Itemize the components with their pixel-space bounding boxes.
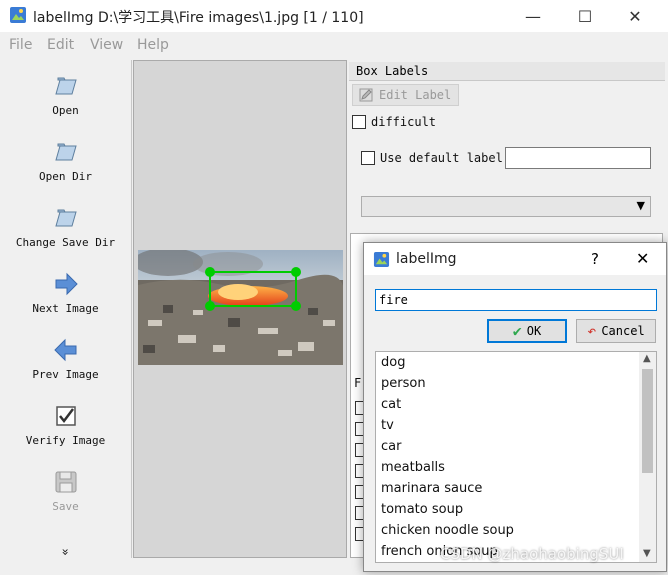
save-label: Save	[52, 500, 79, 513]
open-button[interactable]: Open	[0, 72, 131, 117]
menu-bar: File Edit View Help	[0, 33, 668, 58]
default-label-input[interactable]	[505, 147, 651, 169]
folder-icon	[54, 77, 77, 95]
close-icon[interactable]: ✕	[636, 249, 649, 268]
chevron-up-icon[interactable]: ▲	[643, 353, 651, 364]
list-item[interactable]: person	[381, 376, 426, 391]
edit-label-button[interactable]: Edit Label	[352, 84, 459, 106]
verify-image-button[interactable]: Verify Image	[0, 402, 131, 447]
open-label: Open	[52, 104, 79, 117]
list-item[interactable]: chicken noodle soup	[381, 523, 514, 538]
dialog-titlebar: labelImg ? ✕	[364, 243, 666, 275]
list-item[interactable]: cat	[381, 397, 401, 412]
list-item[interactable]: tv	[381, 418, 394, 433]
cancel-label: Cancel	[601, 324, 645, 338]
difficult-checkbox[interactable]	[352, 115, 366, 129]
use-default-label-checkbox[interactable]	[361, 151, 375, 165]
label-input[interactable]: fire	[375, 289, 657, 311]
fire-image	[138, 250, 343, 365]
arrow-right-icon	[55, 272, 78, 296]
file-list-header: F	[354, 376, 362, 390]
change-save-dir-label: Change Save Dir	[15, 236, 116, 249]
arrow-left-icon	[53, 338, 76, 362]
use-default-label-text: Use default label	[380, 151, 503, 165]
maximize-button[interactable]: ☐	[562, 0, 608, 32]
difficult-label: difficult	[371, 115, 437, 129]
change-save-dir-button[interactable]: Change Save Dir	[0, 204, 131, 249]
window-titlebar: labelImg D:\学习工具\Fire images\1.jpg [1 / …	[0, 0, 668, 32]
ok-label: OK	[526, 324, 542, 338]
app-icon	[373, 251, 390, 268]
check-icon: ✔	[512, 322, 522, 340]
open-dir-button[interactable]: Open Dir	[0, 138, 131, 183]
label-combo-box[interactable]: ▼	[361, 196, 651, 217]
list-item[interactable]: dog	[381, 355, 405, 370]
menu-edit[interactable]: Edit	[47, 37, 74, 53]
list-item[interactable]: tomato soup	[381, 502, 463, 517]
chevron-down-icon: »	[58, 548, 73, 556]
watermark: CSDN @zhaohaobingSUI	[440, 545, 624, 563]
list-item[interactable]: marinara sauce	[381, 481, 482, 496]
label-history-list[interactable]: dog person cat tv car meatballs marinara…	[375, 351, 657, 563]
scrollbar-thumb[interactable]	[642, 369, 653, 473]
window-title: labelImg D:\学习工具\Fire images\1.jpg [1 / …	[33, 10, 364, 26]
close-icon: ✕	[628, 6, 642, 26]
app-icon	[10, 7, 26, 23]
close-button[interactable]: ✕	[612, 0, 658, 32]
cancel-button[interactable]: ↶ Cancel	[576, 319, 656, 343]
list-item[interactable]: car	[381, 439, 401, 454]
verify-image-label: Verify Image	[25, 434, 106, 447]
open-dir-label: Open Dir	[39, 170, 92, 183]
toolbar: Open Open Dir Change Save Dir Next Image…	[0, 60, 132, 558]
next-image-label: Next Image	[32, 302, 99, 315]
chevron-down-icon: ▼	[636, 199, 645, 212]
floppy-icon	[55, 471, 76, 493]
menu-help[interactable]: Help	[137, 37, 169, 53]
chevron-down-icon[interactable]: ▼	[643, 548, 651, 559]
menu-file[interactable]: File	[9, 37, 32, 53]
checkbox-icon	[55, 406, 76, 426]
edit-label-text: Edit Label	[379, 88, 452, 102]
maximize-icon: ☐	[577, 6, 593, 26]
box-labels-header: Box Labels	[349, 62, 665, 81]
pencil-icon	[359, 88, 373, 102]
ok-button[interactable]: ✔ OK	[487, 319, 567, 343]
prev-image-label: Prev Image	[32, 368, 99, 381]
next-image-button[interactable]: Next Image	[0, 270, 131, 315]
toolbar-more-button[interactable]: »	[0, 545, 131, 559]
help-icon[interactable]: ?	[591, 250, 599, 268]
label-dialog: labelImg ? ✕ fire ✔ OK ↶ Cancel dog pers…	[363, 242, 667, 572]
save-button[interactable]: Save	[0, 468, 131, 513]
folder-icon	[54, 143, 77, 161]
minimize-button[interactable]: —	[510, 0, 556, 32]
menu-view[interactable]: View	[90, 37, 123, 53]
folder-icon	[54, 209, 77, 227]
dialog-title: labelImg	[396, 251, 457, 267]
minimize-icon: —	[525, 6, 541, 26]
prev-image-button[interactable]: Prev Image	[0, 336, 131, 381]
undo-icon: ↶	[587, 322, 597, 340]
list-item[interactable]: meatballs	[381, 460, 445, 475]
list-scrollbar[interactable]: ▲ ▼	[639, 352, 656, 562]
